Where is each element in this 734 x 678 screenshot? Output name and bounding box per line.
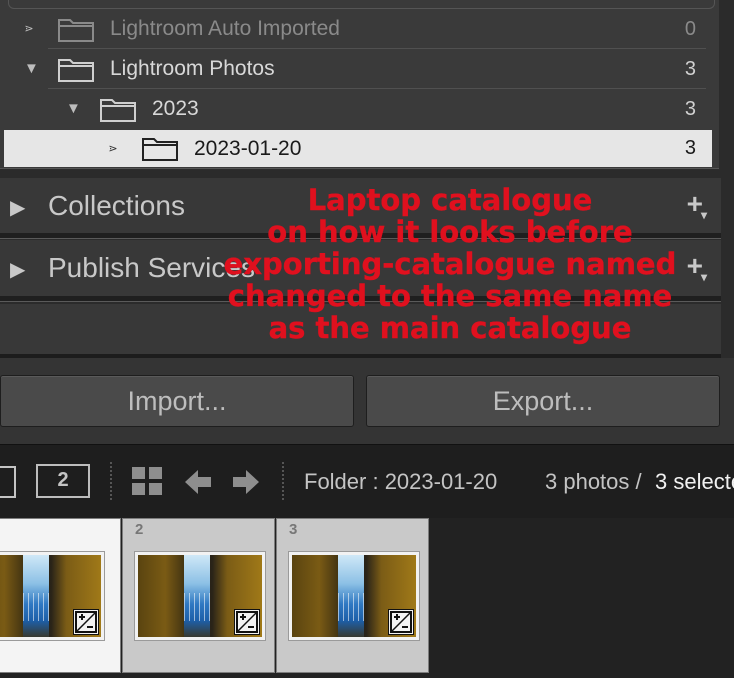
- expand-dotted-icon[interactable]: ⋗: [106, 142, 120, 156]
- triangle-right-icon[interactable]: ▶: [10, 195, 25, 220]
- develop-adjusted-icon[interactable]: [388, 609, 414, 635]
- photo-preview: [288, 551, 420, 641]
- collections-title: Collections: [48, 190, 185, 221]
- folder-count: 3: [684, 137, 696, 159]
- secondary-window-number: 2: [57, 469, 69, 491]
- folder-icon: [58, 59, 94, 82]
- photo-preview: [0, 551, 105, 641]
- chevron-down-icon: ▾: [700, 208, 707, 222]
- arrow-left-icon[interactable]: [184, 468, 212, 496]
- toolbar-divider: [282, 462, 286, 500]
- folder-row-2023[interactable]: ▼ 2023 3: [4, 90, 712, 128]
- develop-adjusted-icon[interactable]: [234, 609, 260, 635]
- folder-label: 2023: [152, 97, 199, 120]
- selected-count-label: 3 selected: [655, 469, 734, 494]
- import-button[interactable]: Import...: [0, 375, 354, 427]
- folder-row-lightroom-photos[interactable]: ▼ Lightroom Photos 3: [4, 50, 712, 89]
- chevron-down-icon: ▾: [700, 270, 707, 284]
- primary-window-icon[interactable]: [0, 466, 16, 498]
- grid-view-icon[interactable]: [131, 466, 163, 496]
- expand-dotted-icon[interactable]: ⋗: [22, 22, 36, 36]
- window-railing: [184, 593, 210, 621]
- folder-icon: [100, 99, 136, 122]
- folder-row-2023-01-20[interactable]: ⋗ 2023-01-20 3: [4, 130, 712, 167]
- export-button[interactable]: Export...: [366, 375, 720, 427]
- annotation-overlay: Laptop catalogue on how it looks before …: [205, 184, 695, 344]
- annotation-line: as the main catalogue: [268, 311, 632, 345]
- thumbnail-number: 3: [289, 521, 298, 538]
- folder-count: 0: [684, 17, 696, 40]
- toolbar-divider: [110, 462, 114, 500]
- annotation-line: on how it looks before: [267, 215, 633, 249]
- folder-label: Lightroom Photos: [110, 57, 275, 80]
- row-divider: [48, 88, 706, 89]
- folder-count: 3: [684, 97, 696, 120]
- folder-label: 2023-01-20: [194, 136, 302, 160]
- folder-icon: [142, 138, 178, 161]
- triangle-down-icon[interactable]: ▼: [24, 61, 39, 76]
- photo-count-label: 3 photos /: [545, 469, 642, 494]
- folder-count: 3: [684, 57, 696, 80]
- annotation-line: changed to the same name: [227, 279, 673, 313]
- photo-preview: [134, 551, 266, 641]
- thumbnail-number: 2: [135, 521, 144, 538]
- folder-row-lightroom-auto-imported[interactable]: ⋗ Lightroom Auto Imported 0: [4, 10, 712, 49]
- annotation-line: Laptop catalogue: [307, 183, 593, 217]
- folder-label: Lightroom Auto Imported: [110, 17, 340, 40]
- triangle-down-icon[interactable]: ▼: [66, 101, 81, 116]
- develop-adjusted-icon[interactable]: [73, 609, 99, 635]
- folders-panel: ⋗ Lightroom Auto Imported 0 ▼ Lightroom …: [0, 0, 719, 169]
- row-divider: [48, 48, 706, 49]
- filmstrip-thumbnail[interactable]: [0, 518, 121, 673]
- filmstrip-thumbnail[interactable]: 3: [276, 518, 429, 673]
- filmstrip-thumbnail[interactable]: 2: [122, 518, 275, 673]
- triangle-right-icon[interactable]: ▶: [10, 257, 25, 282]
- window-railing: [338, 593, 364, 621]
- folders-frame: [8, 0, 715, 9]
- window-railing: [23, 593, 49, 621]
- annotation-line: exporting-catalogue named: [223, 247, 677, 281]
- folder-icon: [58, 19, 94, 42]
- folder-source-label[interactable]: Folder : 2023-01-20: [304, 469, 497, 495]
- arrow-right-icon[interactable]: [232, 468, 260, 496]
- secondary-window-button[interactable]: 2: [36, 464, 90, 498]
